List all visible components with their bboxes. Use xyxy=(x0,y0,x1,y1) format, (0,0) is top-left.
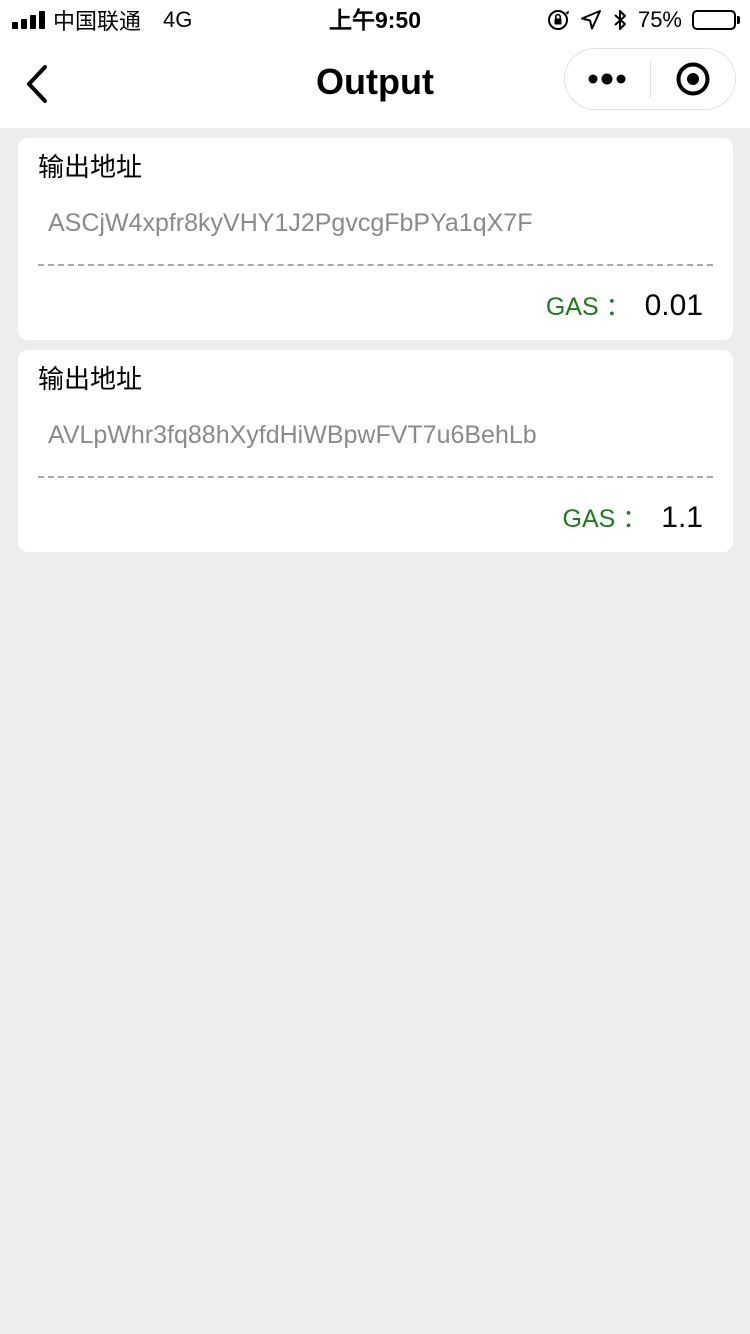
battery-percent: 75% xyxy=(637,7,682,32)
screen-lock-icon xyxy=(546,8,570,32)
back-button[interactable] xyxy=(16,60,56,108)
signal-icon xyxy=(12,11,45,29)
back-chevron-icon xyxy=(27,65,47,103)
carrier-label: 中国联通 xyxy=(53,9,142,34)
capsule-menu xyxy=(564,48,736,110)
status-bar: 中国联通 4G 上午9:50 75% xyxy=(0,0,750,40)
dashed-divider xyxy=(38,476,713,478)
gas-value: 1.1 xyxy=(661,501,703,534)
gas-row: GAS ： 1.1 xyxy=(563,498,703,539)
close-miniprogram-button[interactable] xyxy=(651,49,736,109)
battery-icon xyxy=(692,10,740,30)
status-right: 75% xyxy=(546,0,740,40)
gas-row: GAS ： 0.01 xyxy=(546,286,703,327)
output-list: 输出地址 ASCjW4xpfr8kyVHY1J2PgvcgFbPYa1qX7F … xyxy=(18,138,733,562)
location-arrow-icon xyxy=(580,9,602,31)
status-left: 中国联通 4G xyxy=(12,0,192,40)
output-address: AVLpWhr3fq88hXyfdHiWBpwFVT7u6BehLb xyxy=(48,421,537,449)
output-address-title: 输出地址 xyxy=(38,364,143,394)
gas-label: GAS ： xyxy=(545,293,631,321)
bluetooth-icon xyxy=(612,8,628,32)
output-address-title: 输出地址 xyxy=(38,152,143,182)
more-dots-icon xyxy=(588,73,626,85)
output-card: 输出地址 ASCjW4xpfr8kyVHY1J2PgvcgFbPYa1qX7F … xyxy=(18,138,733,340)
more-button[interactable] xyxy=(565,49,650,109)
dashed-divider xyxy=(38,264,713,266)
navigation-bar: Output xyxy=(0,40,750,128)
output-address: ASCjW4xpfr8kyVHY1J2PgvcgFbPYa1qX7F xyxy=(48,209,533,237)
gas-value: 0.01 xyxy=(644,289,703,322)
output-card: 输出地址 AVLpWhr3fq88hXyfdHiWBpwFVT7u6BehLb … xyxy=(18,350,733,552)
network-label: 4G xyxy=(163,7,193,32)
record-target-icon xyxy=(676,62,710,96)
gas-label: GAS ： xyxy=(562,505,648,533)
